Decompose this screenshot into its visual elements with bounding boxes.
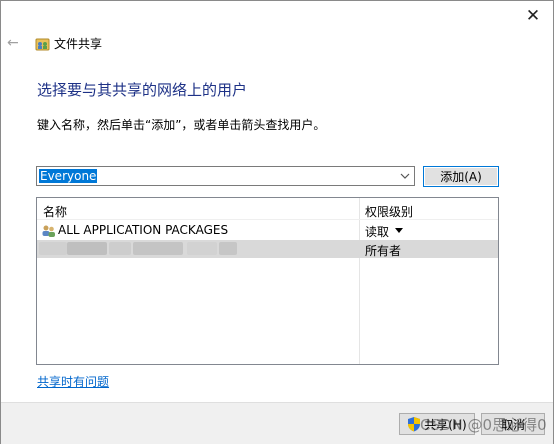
redacted-block: [187, 242, 217, 255]
group-users-icon: [42, 225, 55, 237]
list-item-name: ALL APPLICATION PACKAGES: [58, 223, 229, 237]
close-button[interactable]: ✕: [514, 2, 552, 30]
redacted-block: [133, 242, 183, 255]
file-sharing-icon: [35, 38, 50, 51]
page-heading: 选择要与其共享的网络上的用户: [37, 81, 248, 99]
user-name-combobox[interactable]: Everyone: [36, 166, 415, 186]
redacted-block: [67, 242, 107, 255]
sharing-help-link[interactable]: 共享时有问题: [37, 373, 109, 390]
uac-shield-icon: [408, 417, 421, 432]
user-permission-list[interactable]: 名称 权限级别 ALL APPLICATION PACKAGES 读取 所有者: [36, 197, 499, 365]
header-separator: [37, 219, 498, 220]
share-button[interactable]: 共享(H): [399, 413, 475, 435]
redacted-block: [39, 242, 67, 255]
chevron-down-icon[interactable]: [398, 168, 412, 184]
column-header-name[interactable]: 名称: [43, 203, 67, 220]
share-button-label: 共享(H): [424, 417, 467, 432]
file-sharing-window: ✕ ← 文件共享 选择要与其共享的网络上的用户 键入名称，然后单击“添加”，或者…: [0, 0, 554, 444]
back-arrow-icon[interactable]: ←: [7, 35, 23, 51]
combobox-value[interactable]: Everyone: [39, 169, 98, 183]
window-title: 文件共享: [54, 37, 103, 51]
redacted-block: [109, 242, 131, 255]
instruction-text: 键入名称，然后单击“添加”，或者单击箭头查找用户。: [37, 118, 326, 132]
redacted-block: [219, 242, 237, 255]
cancel-button[interactable]: 取消: [481, 413, 545, 435]
permission-level[interactable]: 读取: [365, 223, 389, 240]
dialog-footer: 共享(H) 取消: [1, 402, 553, 444]
caret-down-icon[interactable]: [394, 225, 404, 235]
permission-level[interactable]: 所有者: [365, 242, 401, 259]
list-item[interactable]: ALL APPLICATION PACKAGES 读取: [37, 222, 498, 239]
add-button[interactable]: 添加(A): [423, 166, 499, 187]
list-item-selected[interactable]: 所有者: [37, 240, 498, 258]
column-header-permission[interactable]: 权限级别: [365, 203, 413, 220]
